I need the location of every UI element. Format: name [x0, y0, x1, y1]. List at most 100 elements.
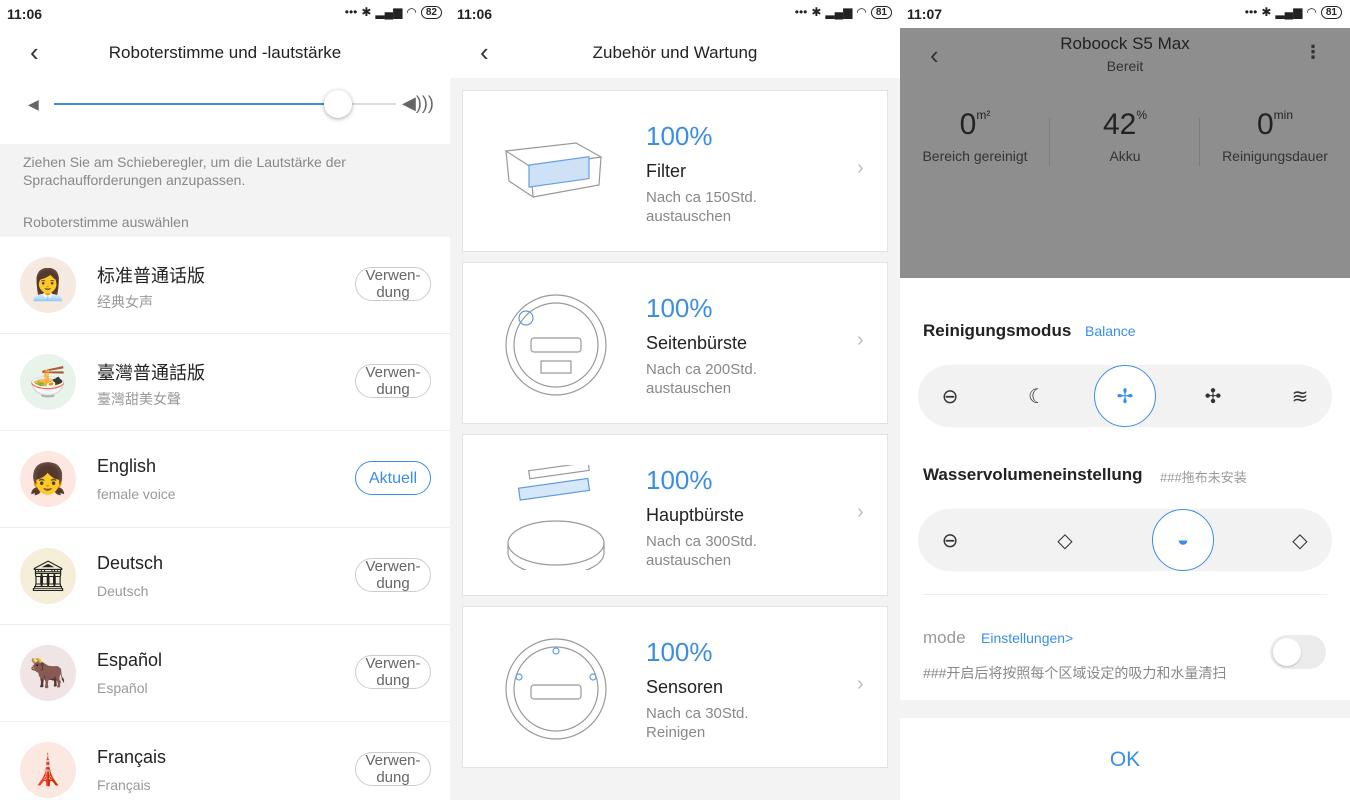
- voice-name: English: [97, 456, 157, 476]
- voice-name: Español: [97, 650, 163, 670]
- stat-area-label: Bereich gereinigt: [922, 148, 1028, 164]
- water-off-icon[interactable]: ⊖: [919, 509, 981, 571]
- stat-battery: 42% Akku: [1050, 108, 1200, 164]
- voice-settings-screen: 11:06 ••• ✱ ▂▄▆ ◠ 82 ‹ Roboterstimme und…: [0, 0, 450, 800]
- cell-signal-icon: ▂▄▆: [375, 5, 403, 19]
- status-icons: ••• ✱ ▂▄▆ ◠ 81: [1245, 5, 1342, 19]
- maintenance-card[interactable]: 100% Filter Nach ca 150Std. austauschen ›: [462, 90, 888, 252]
- filter-icon: [501, 121, 611, 226]
- status-bar: 11:07 ••• ✱ ▂▄▆ ◠ 81: [900, 0, 1350, 28]
- voice-description: Español: [97, 680, 148, 696]
- voice-item[interactable]: 👩‍💼 标准普通话版 经典女声 Verwen-dung: [0, 237, 450, 334]
- dimmed-header: ‹ Roboock S5 Max Bereit ⋮ 0m² Bereich ge…: [900, 28, 1350, 278]
- stat-area-unit: m²: [976, 108, 991, 122]
- voice-name: 臺灣普通話版: [97, 363, 205, 383]
- speaker-low-icon: ◀: [28, 96, 39, 112]
- battery-icon: 81: [870, 5, 892, 19]
- suction-off-icon[interactable]: ⊖: [919, 365, 981, 427]
- suction-turbo-fan-icon[interactable]: ✣: [1182, 365, 1244, 427]
- remaining-percent: 100%: [646, 637, 713, 667]
- status-icons: ••• ✱ ▂▄▆ ◠ 81: [795, 5, 892, 19]
- water-medium-drop-icon[interactable]: ◒: [1152, 509, 1214, 571]
- voice-description: Français: [97, 777, 151, 793]
- mode-label: mode: [923, 628, 966, 647]
- bull-icon: 🐂: [20, 645, 76, 701]
- volume-slider-row: ◀ ◀))): [0, 78, 450, 144]
- voice-item[interactable]: 🐂 Español Español Verwen-dung: [0, 625, 450, 722]
- maintenance-card[interactable]: 100% Seitenbürste Nach ca 200Std. austausc…: [462, 262, 888, 424]
- status-time: 11:07: [907, 6, 943, 22]
- stat-duration-label: Reinigungsdauer: [1222, 148, 1328, 164]
- mode-description: ###开启后将按照每个区域设定的吸力和水量清扫: [923, 665, 1227, 681]
- page-title: Roboterstimme und -lautstärke: [108, 43, 342, 62]
- section-header: Roboterstimme auswählen: [23, 214, 189, 230]
- voice-item[interactable]: 👧 English female voice Aktuell: [0, 431, 450, 528]
- use-voice-button[interactable]: Verwen-dung: [355, 558, 431, 592]
- bluetooth-icon: ✱: [361, 5, 372, 19]
- chevron-right-icon: ›: [857, 673, 864, 695]
- suction-balance-fan-icon[interactable]: ✢: [1094, 365, 1156, 427]
- voice-description: Deutsch: [97, 583, 149, 599]
- chevron-right-icon: ›: [857, 329, 864, 351]
- part-name: Seitenbürste: [646, 333, 748, 353]
- stat-battery-value: 42: [1102, 108, 1137, 141]
- stat-battery-label: Akku: [1109, 148, 1141, 164]
- voice-description: female voice: [97, 486, 176, 502]
- mode-toggle[interactable]: [1270, 635, 1326, 669]
- stat-duration-value: 0: [1256, 108, 1274, 141]
- eiffel-tower-icon: 🗼: [20, 742, 76, 798]
- signal-icon: •••: [344, 5, 358, 19]
- device-title: Roboock S5 Max: [1060, 34, 1190, 53]
- volume-slider-fill: [54, 103, 338, 105]
- volume-slider-knob[interactable]: [323, 90, 352, 118]
- water-high-drop-icon[interactable]: ◇: [1269, 509, 1331, 571]
- mode-sheet: Reinigungsmodus Balance ⊖ ☾ ✢ ✣ ≋ Wasser…: [900, 278, 1350, 700]
- page-title: Zubehör und Wartung: [592, 43, 758, 62]
- stat-duration-unit: min: [1273, 108, 1294, 122]
- voice-item[interactable]: 🍜 臺灣普通話版 臺灣甜美女聲 Verwen-dung: [0, 334, 450, 431]
- toggle-thumb: [1273, 638, 1301, 666]
- wifi-icon: ◠: [1306, 5, 1317, 19]
- maintenance-card[interactable]: 100% Sensoren Nach ca 30Std. Reinigen ›: [462, 606, 888, 768]
- part-name: Sensoren: [646, 677, 724, 697]
- nav-bar: ‹ Zubehör und Wartung: [450, 28, 900, 78]
- status-time: 11:06: [7, 6, 43, 22]
- use-voice-button[interactable]: Verwen-dung: [355, 364, 431, 398]
- volume-slider[interactable]: [54, 90, 396, 118]
- girl-avatar-icon: 👧: [20, 451, 76, 507]
- wifi-icon: ◠: [406, 5, 417, 19]
- current-voice-button[interactable]: Aktuell: [355, 461, 431, 495]
- cell-signal-icon: ▂▄▆: [825, 5, 853, 19]
- water-low-drop-icon[interactable]: ◇: [1034, 509, 1096, 571]
- part-note: Nach ca 150Std. austauschen: [646, 189, 757, 225]
- woman-avatar-icon: 👩‍💼: [20, 257, 76, 313]
- voice-name: 标准普通话版: [97, 266, 205, 286]
- status-icons: ••• ✱ ▂▄▆ ◠ 82: [345, 5, 442, 19]
- mode-settings-link[interactable]: Einstellungen>: [981, 630, 1073, 646]
- maintenance-card[interactable]: 100% Hauptbürste Nach ca 300Std. austausch…: [462, 434, 888, 596]
- suction-quiet-moon-icon[interactable]: ☾: [1006, 365, 1068, 427]
- water-volume-note: ###拖布未安装: [1160, 470, 1247, 485]
- remaining-percent: 100%: [646, 293, 713, 323]
- use-voice-button[interactable]: Verwen-dung: [355, 752, 431, 786]
- part-note: Nach ca 200Std. austauschen: [646, 361, 757, 397]
- voice-item[interactable]: 🗼 Français Français Verwen-dung: [0, 722, 450, 800]
- battery-icon: 81: [1320, 5, 1342, 19]
- status-bar: 11:06 ••• ✱ ▂▄▆ ◠ 82: [0, 0, 450, 28]
- stat-area: 0m² Bereich gereinigt: [900, 108, 1050, 164]
- voice-item[interactable]: 🏛 Deutsch Deutsch Verwen-dung: [0, 528, 450, 625]
- brandenburg-gate-icon: 🏛: [20, 548, 76, 604]
- part-name: Filter: [646, 161, 686, 181]
- ok-bar: OK: [900, 718, 1350, 800]
- use-voice-button[interactable]: Verwen-dung: [355, 267, 431, 301]
- use-voice-button[interactable]: Verwen-dung: [355, 655, 431, 689]
- suction-max-icon[interactable]: ≋: [1269, 365, 1331, 427]
- ok-button[interactable]: OK: [900, 748, 1350, 772]
- battery-icon: 82: [420, 5, 442, 19]
- sensor-robot-icon: [501, 637, 611, 742]
- more-icon[interactable]: ⋮: [1304, 42, 1322, 63]
- clean-mode-value: Balance: [1085, 323, 1136, 339]
- stat-battery-unit: %: [1136, 108, 1148, 122]
- noodle-bowl-icon: 🍜: [20, 354, 76, 410]
- nav-bar: ‹ Roboterstimme und -lautstärke: [0, 28, 450, 78]
